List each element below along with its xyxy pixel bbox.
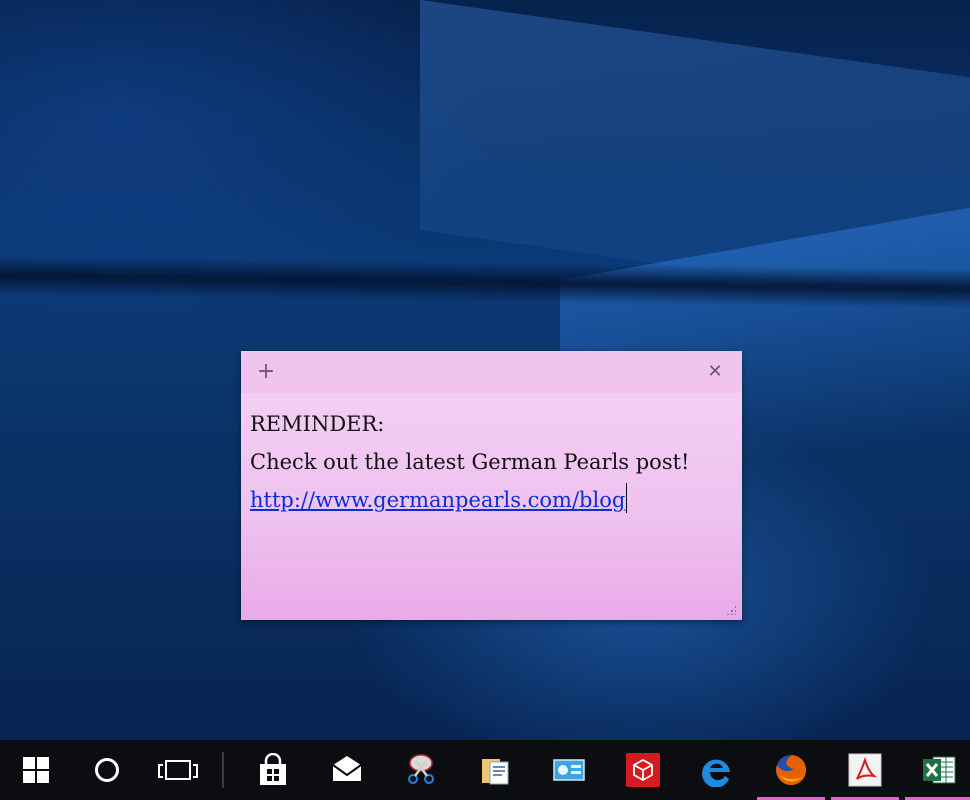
cortana-button[interactable] — [72, 740, 142, 800]
sticky-note-text[interactable]: REMINDER: Check out the latest German Pe… — [241, 393, 742, 519]
sticky-note-titlebar[interactable]: + ✕ — [241, 351, 742, 393]
store-bag-icon — [260, 753, 286, 785]
excel-icon — [923, 756, 956, 784]
note-line-heading: REMINDER: — [250, 412, 385, 436]
taskbar-app-snipping-tool[interactable] — [384, 740, 458, 800]
taskbar-app-3d-builder[interactable] — [606, 740, 680, 800]
task-view-button[interactable] — [142, 740, 214, 800]
taskbar-app-mail[interactable] — [310, 740, 384, 800]
taskbar-separator — [222, 752, 224, 788]
red-cube-icon — [626, 753, 660, 787]
mail-envelope-icon — [332, 756, 362, 781]
taskbar — [0, 740, 970, 800]
firefox-icon — [776, 754, 807, 785]
control-panel-icon — [553, 759, 585, 781]
windows-logo-icon — [23, 757, 49, 783]
text-caret — [626, 483, 628, 513]
taskbar-app-acrobat[interactable] — [828, 740, 902, 800]
edge-e-icon — [702, 759, 730, 787]
scissors-icon — [408, 754, 434, 784]
note-line-message: Check out the latest German Pearls post! — [250, 450, 690, 474]
pdf-icon — [848, 753, 882, 787]
taskbar-app-edge[interactable] — [680, 740, 754, 800]
taskbar-app-control-panel[interactable] — [532, 740, 606, 800]
sticky-note-window[interactable]: + ✕ REMINDER: Check out the latest Germa… — [241, 351, 742, 620]
start-button[interactable] — [0, 740, 72, 800]
taskbar-app-store[interactable] — [236, 740, 310, 800]
close-note-button[interactable]: ✕ — [700, 357, 730, 387]
taskbar-app-excel[interactable] — [902, 740, 970, 800]
taskbar-app-firefox[interactable] — [754, 740, 828, 800]
resize-grip-icon[interactable] — [726, 605, 736, 615]
folder-icon — [482, 759, 509, 785]
note-link[interactable]: http://www.germanpearls.com/blog — [250, 488, 625, 512]
add-note-button[interactable]: + — [251, 357, 281, 387]
taskbar-app-file-explorer[interactable] — [458, 740, 532, 800]
cortana-circle-icon — [95, 758, 119, 782]
note-line-link: http://www.germanpearls.com/blog — [250, 481, 742, 519]
task-view-icon — [158, 760, 198, 780]
